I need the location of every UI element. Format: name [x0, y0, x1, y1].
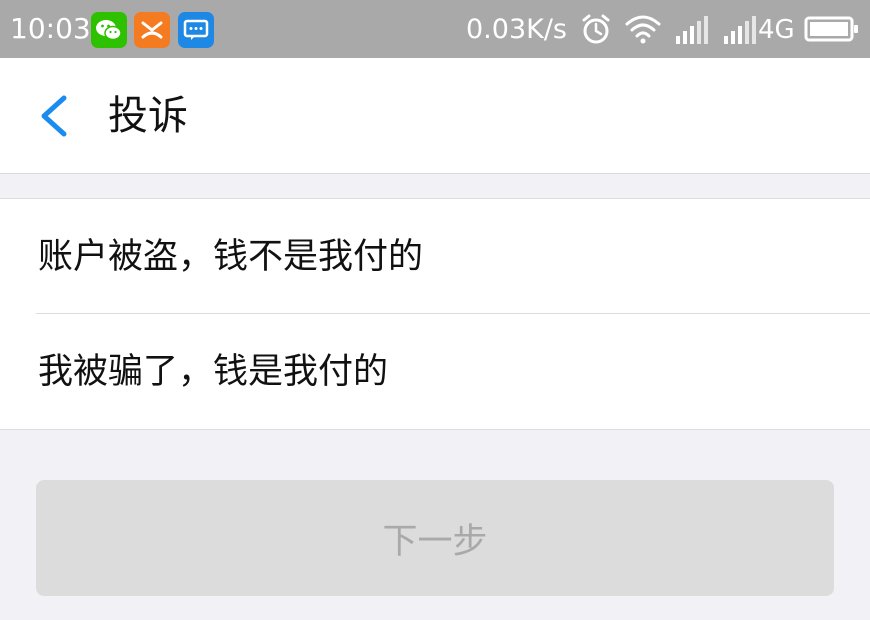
signal-icon [722, 12, 758, 50]
option-label: 账户被盗，钱不是我付的 [38, 237, 424, 277]
status-bar: 10:03 0.03K/s 4G [0, 0, 870, 58]
option-label: 我被骗了，钱是我付的 [38, 352, 389, 392]
message-app-icon [178, 12, 214, 48]
nav-bar: 投诉 [0, 58, 870, 174]
chevron-left-icon [41, 95, 67, 137]
network-type: 4G [758, 15, 795, 45]
complaint-options-list: 账户被盗，钱不是我付的 我被骗了，钱是我付的 [0, 198, 870, 430]
option-scammed[interactable]: 我被骗了，钱是我付的 [0, 314, 870, 429]
network-speed: 0.03K/s [466, 14, 567, 45]
option-account-stolen[interactable]: 账户被盗，钱不是我付的 [0, 199, 870, 314]
status-time: 10:03 [10, 12, 91, 45]
next-step-button[interactable]: 下一步 [36, 480, 834, 596]
wifi-icon [624, 12, 662, 50]
game-app-icon [134, 12, 170, 48]
page-title: 投诉 [108, 93, 188, 139]
signal-icon [674, 12, 710, 50]
wechat-icon [91, 12, 127, 48]
battery-icon [804, 15, 860, 47]
back-button[interactable] [30, 88, 80, 144]
alarm-icon [580, 12, 612, 50]
